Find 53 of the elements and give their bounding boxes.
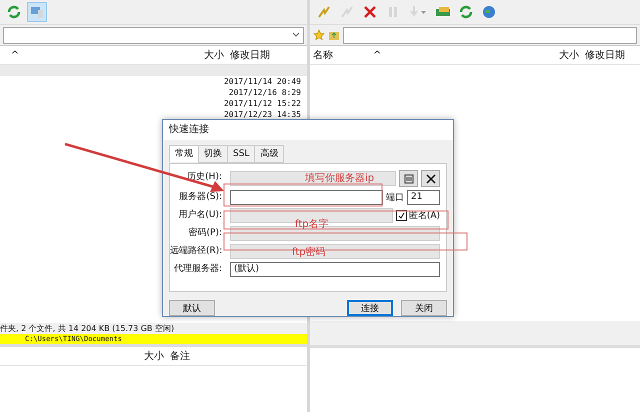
column-header[interactable]: 修改日期 [227,48,307,62]
column-header[interactable]: 大小 [540,48,582,62]
tab[interactable]: 高级 [254,145,284,163]
star-icon[interactable] [313,29,325,41]
column-header[interactable]: 大小 [0,349,167,363]
transfer-icon [435,5,451,19]
remote-path-field[interactable] [230,244,440,259]
pause-icon [387,5,399,19]
refresh-icon [7,5,21,19]
annotation-text: 填写你服务器ip [305,172,374,185]
annotation-text: ftp密码 [292,246,326,259]
dialog-title: 快速连接 [163,120,453,140]
tab[interactable]: SSL [227,145,256,163]
tab[interactable]: 切换 [198,145,228,163]
path-field[interactable] [3,26,304,44]
sort-caret: ^ [372,50,382,60]
dialog-button[interactable]: 关闭 [401,300,447,316]
list-icon [404,174,414,184]
tab[interactable]: 常规 [169,145,199,162]
chevron-down-icon [292,32,300,38]
server-field[interactable] [230,190,383,205]
column-header[interactable]: 备注 [167,349,307,363]
sort-caret: ^ [10,50,20,60]
status-text: 件夹, 2 个文件, 共 14 204 KB (15.73 GB 空闲) [0,323,307,334]
path-field[interactable] [343,26,637,44]
column-header[interactable]: 名称 [310,48,370,62]
lightning-icon [340,5,354,19]
annotation-text: ftp名字 [295,218,329,231]
field-label: 代理服务器: [172,262,222,276]
save-button[interactable] [399,170,418,187]
history-dropdown[interactable] [230,171,396,186]
close-icon [426,174,436,184]
lightning-icon [317,5,331,19]
proxy-dropdown[interactable]: (默认) [230,262,440,277]
toolbar-button[interactable] [27,2,47,22]
refresh-icon [459,5,473,19]
field-label: 端口 [386,192,404,204]
field-label: 服务器(S): [178,190,222,204]
check-icon [398,212,405,219]
column-header[interactable]: 修改日期 [582,48,640,62]
dialog-button[interactable]: 连接 [347,300,393,316]
field-label: 远端路径(R): [170,244,222,258]
column-header[interactable]: 大小 [30,48,227,62]
delete-button[interactable] [421,170,440,187]
field-label: 密码(P): [188,226,222,240]
dialog-button[interactable]: 默认 [169,300,215,316]
port-field[interactable]: 21 [407,190,440,205]
folder-up-icon[interactable] [328,29,340,41]
download-icon [409,5,427,19]
field-label: 用户名(U): [177,208,222,222]
globe-icon [482,5,496,19]
computer-icon [30,5,44,19]
close-icon [363,5,377,19]
